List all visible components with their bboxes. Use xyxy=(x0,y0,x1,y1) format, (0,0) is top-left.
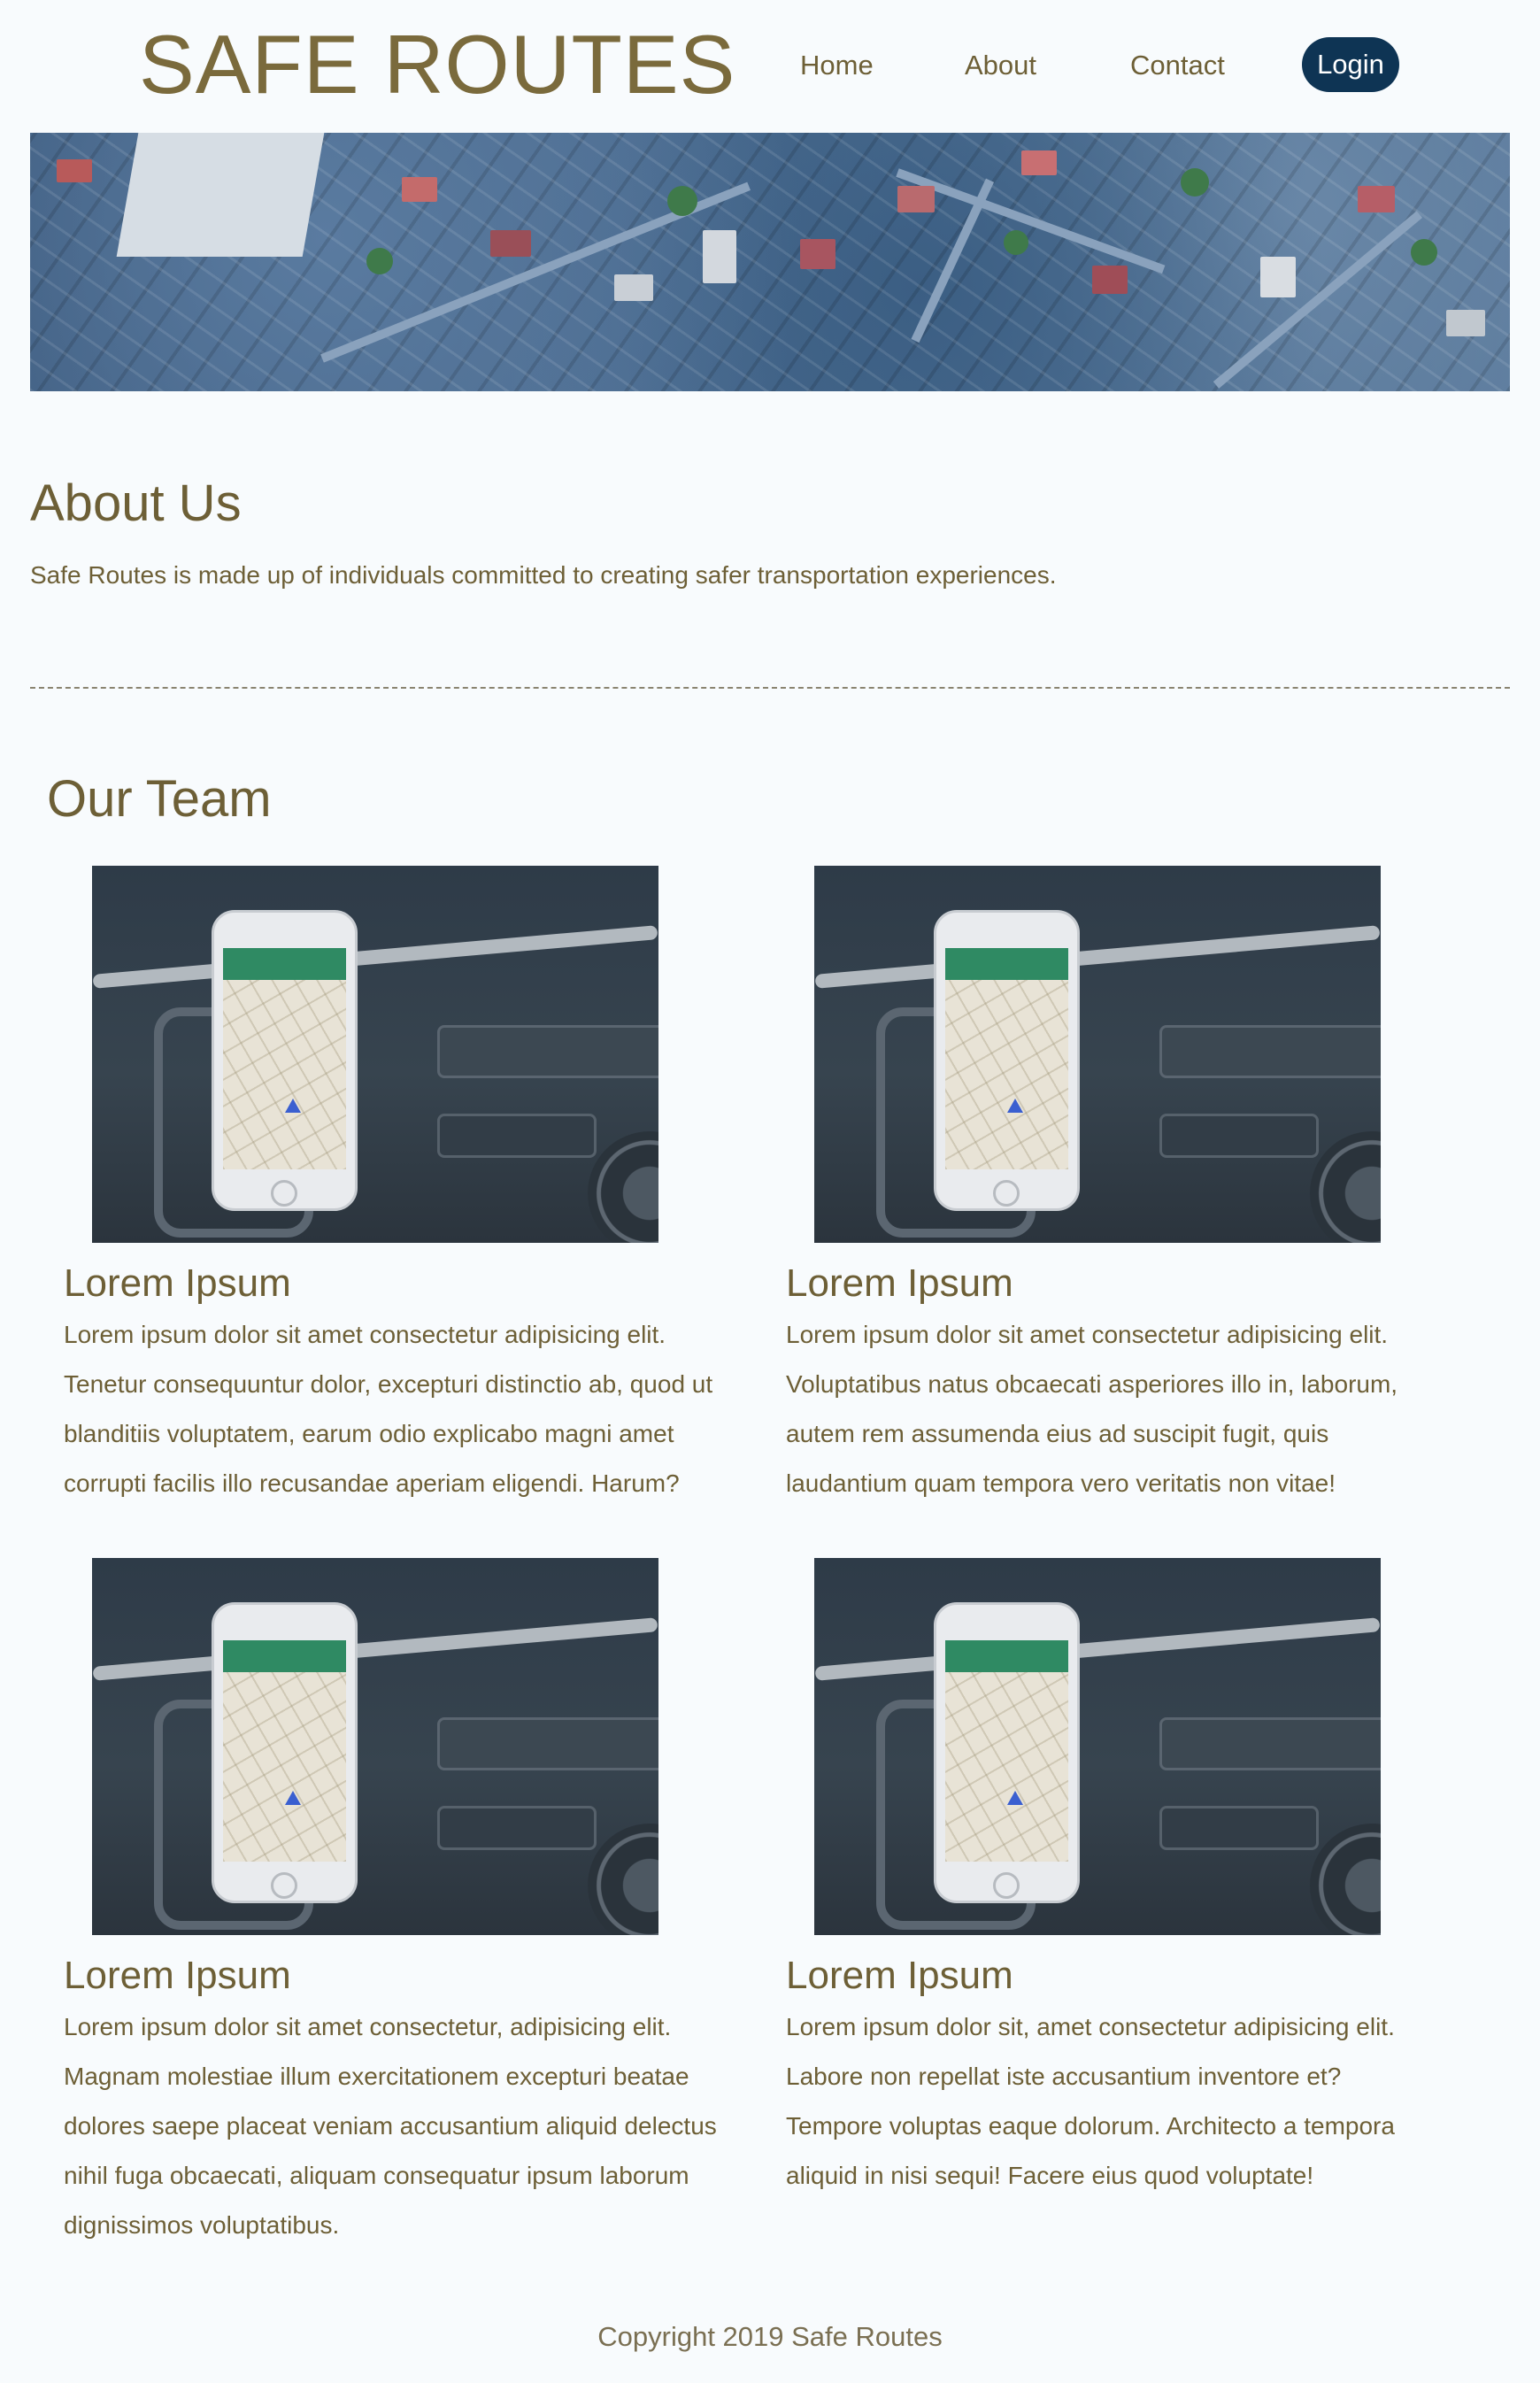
hero-tree xyxy=(1411,239,1437,266)
team-heading: Our Team xyxy=(47,770,272,828)
hero-tree xyxy=(1181,168,1209,197)
hero-aerial-city-image xyxy=(30,133,1510,391)
hero-tree xyxy=(366,248,393,274)
team-member-name: Lorem Ipsum xyxy=(64,1954,291,1997)
team-member-photo xyxy=(814,866,1381,1243)
team-member-bio: Lorem ipsum dolor sit amet consectetur, … xyxy=(64,2013,717,2239)
hero-roof xyxy=(800,239,835,269)
hero-roof xyxy=(402,177,437,202)
section-divider xyxy=(30,687,1510,689)
team-member-name: Lorem Ipsum xyxy=(64,1261,291,1305)
footer-copyright: Copyright 2019 Safe Routes xyxy=(597,2321,943,2352)
main-nav: Home About Contact Login xyxy=(0,37,1540,96)
team-member-bio: Lorem ipsum dolor sit, amet consectetur … xyxy=(786,2013,1395,2189)
login-button[interactable]: Login xyxy=(1302,37,1399,92)
team-member-bio: Lorem ipsum dolor sit amet consectetur a… xyxy=(786,1321,1398,1497)
hero-roof xyxy=(1446,310,1485,336)
team-member-name: Lorem Ipsum xyxy=(786,1261,1013,1305)
nav-about-link[interactable]: About xyxy=(965,46,1036,85)
site-header: SAFE ROUTES Home About Contact Login xyxy=(0,0,1540,133)
hero-tree xyxy=(1004,230,1028,255)
hero-roof xyxy=(703,230,736,283)
team-member-photo xyxy=(92,1558,658,1935)
about-description: Safe Routes is made up of individuals co… xyxy=(30,561,1057,589)
team-member-bio: Lorem ipsum dolor sit amet consectetur a… xyxy=(64,1321,713,1497)
hero-road xyxy=(1213,211,1423,389)
hero-roof xyxy=(614,274,653,301)
hero-warehouse-shape xyxy=(116,133,325,257)
team-member-photo xyxy=(92,866,658,1243)
about-heading: About Us xyxy=(30,474,242,532)
hero-road xyxy=(896,168,1166,274)
team-member-name: Lorem Ipsum xyxy=(786,1954,1013,1997)
hero-roof xyxy=(1092,266,1128,294)
hero-tree xyxy=(667,186,697,216)
nav-home-link[interactable]: Home xyxy=(800,46,874,85)
hero-roof xyxy=(1021,150,1057,175)
team-member-photo xyxy=(814,1558,1381,1935)
hero-roof xyxy=(1260,257,1296,297)
hero-roof xyxy=(897,186,935,212)
nav-contact-link[interactable]: Contact xyxy=(1130,46,1225,85)
hero-roof xyxy=(1358,186,1395,212)
hero-roof xyxy=(490,230,531,257)
hero-roof xyxy=(57,159,92,182)
